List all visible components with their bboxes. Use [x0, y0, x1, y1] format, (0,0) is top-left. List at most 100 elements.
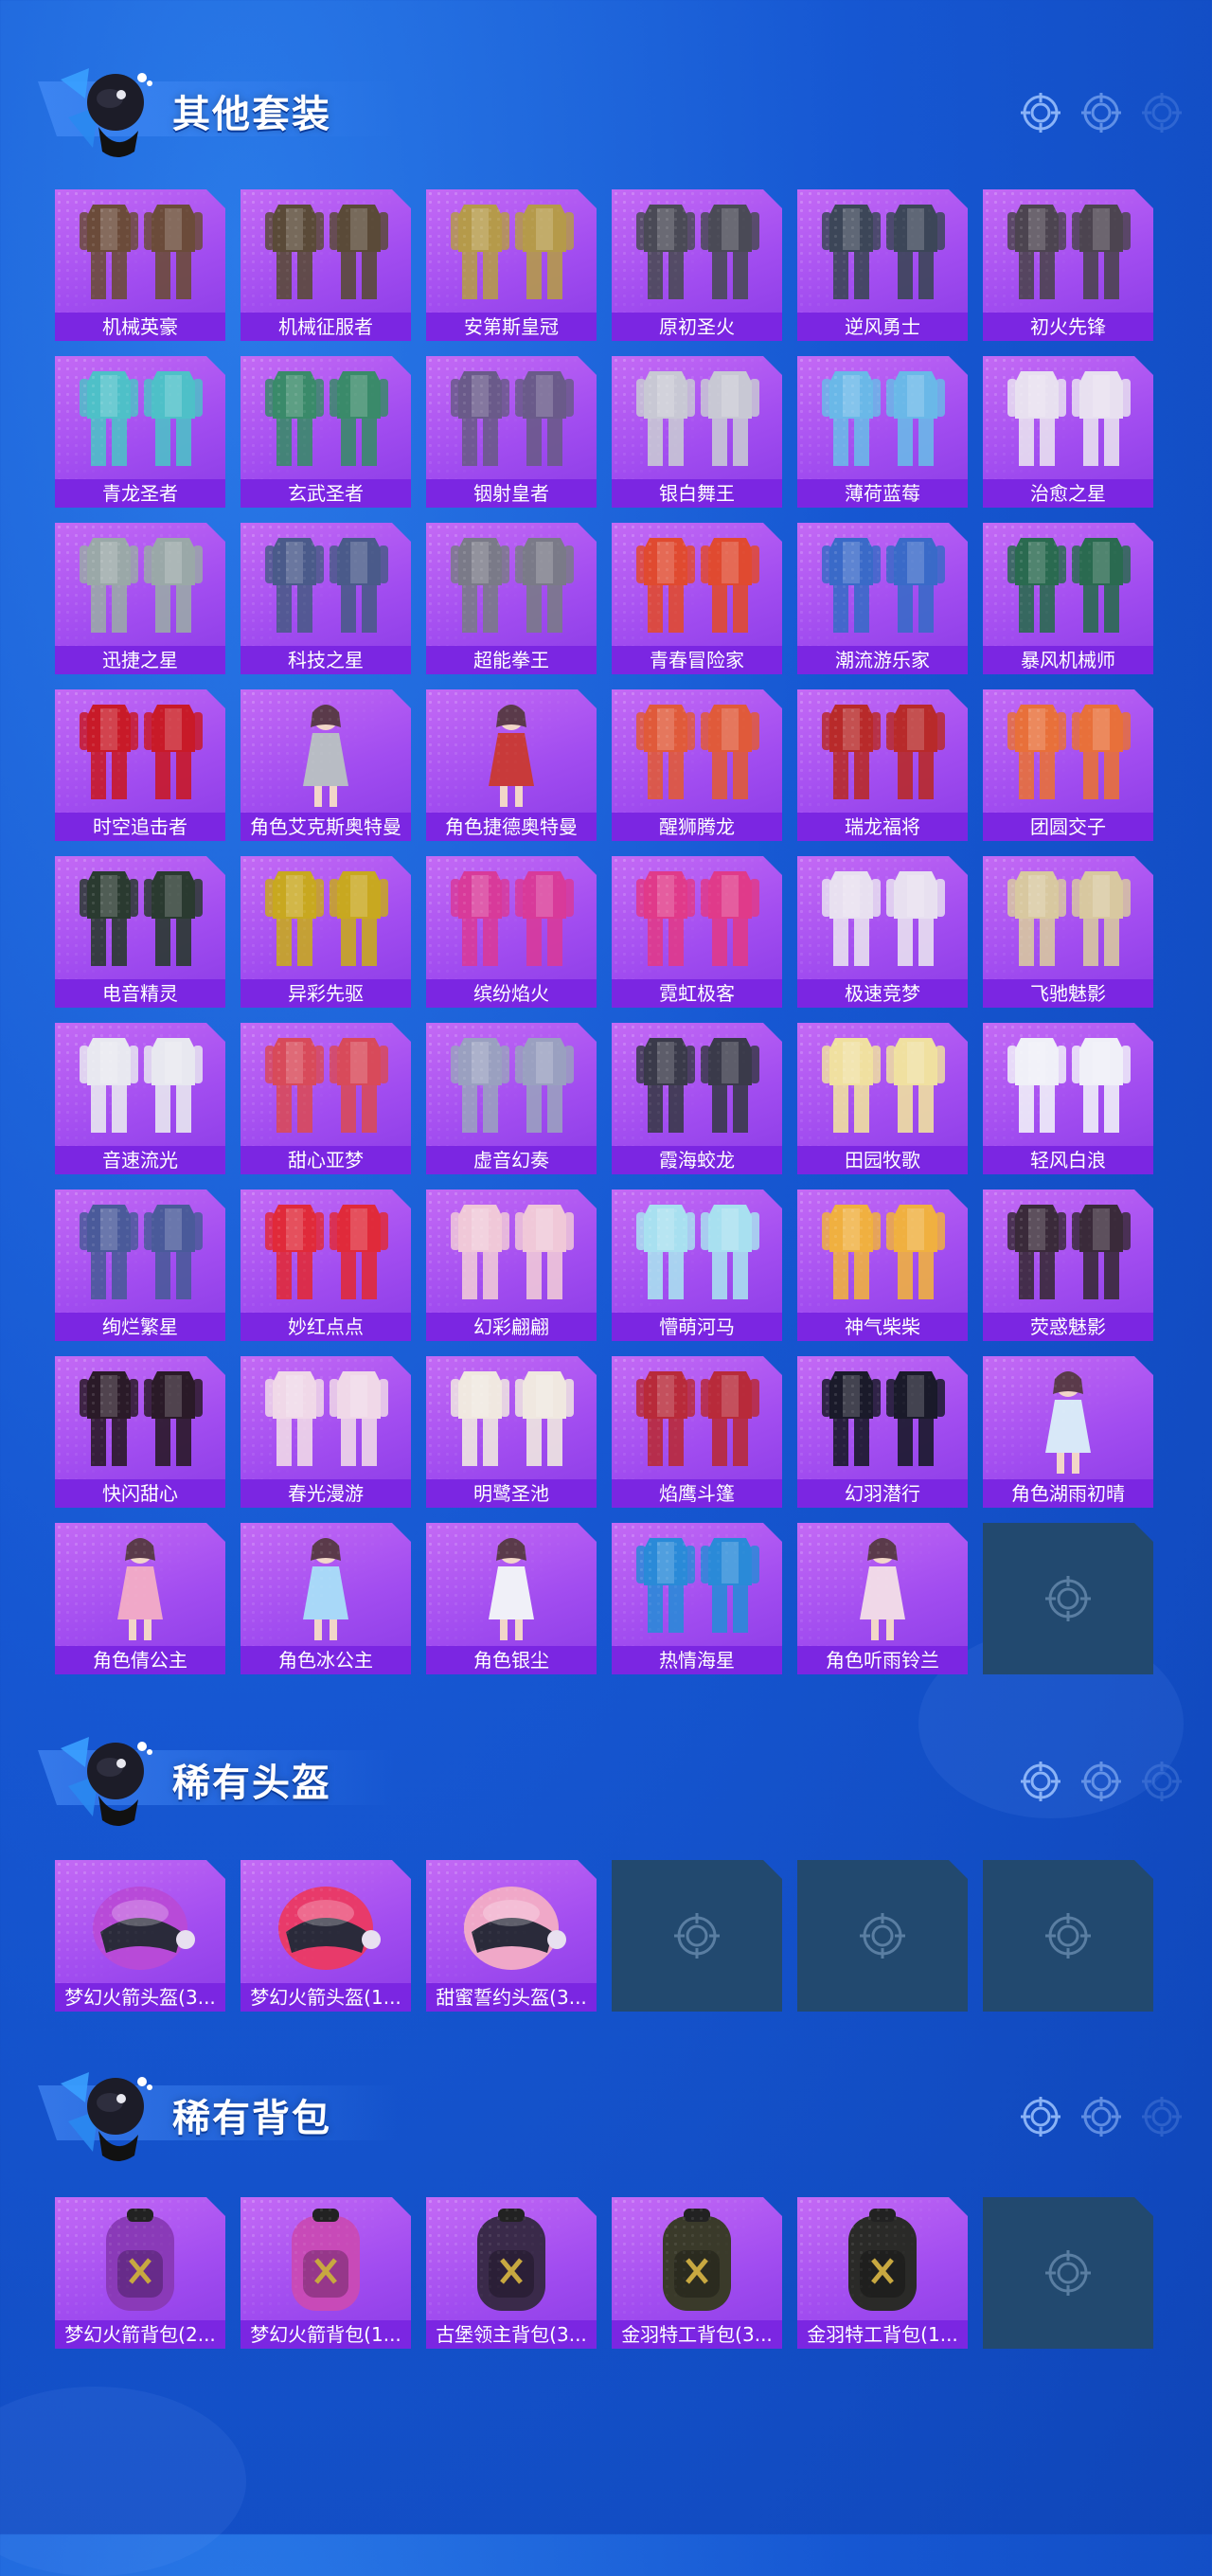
item-card[interactable]: 明鹭圣池: [426, 1356, 597, 1508]
item-label: 梦幻火箭头盔(3...: [55, 1983, 225, 2012]
item-card[interactable]: 角色艾克斯奥特曼: [241, 689, 411, 841]
item-card[interactable]: 薄荷蓝莓: [797, 356, 968, 508]
item-card[interactable]: 幻彩翩翩: [426, 1190, 597, 1341]
item-card[interactable]: 霓虹极客: [612, 856, 782, 1008]
section-rare-helmets: 稀有头盔 梦幻火箭头盔(3... 梦幻火箭头盔(1... 甜蜜誓约头盔(3...: [0, 1724, 1212, 2012]
item-card[interactable]: 超能拳王: [426, 523, 597, 674]
item-card[interactable]: 时空追击者: [55, 689, 225, 841]
outfit-icon: [636, 1371, 759, 1466]
item-card[interactable]: 潮流游乐家: [797, 523, 968, 674]
item-card[interactable]: 虚音幻奏: [426, 1023, 597, 1174]
item-card[interactable]: 青龙圣者: [55, 356, 225, 508]
item-card[interactable]: 治愈之星: [983, 356, 1153, 508]
item-card[interactable]: 团圆交子: [983, 689, 1153, 841]
item-label: 轻风白浪: [983, 1146, 1153, 1174]
item-card[interactable]: 科技之星: [241, 523, 411, 674]
item-card[interactable]: 银白舞王: [612, 356, 782, 508]
item-card[interactable]: 原初圣火: [612, 189, 782, 341]
item-label: 电音精灵: [55, 979, 225, 1008]
item-label: 异彩先驱: [241, 979, 411, 1008]
crosshair-icon: [860, 1913, 905, 1959]
item-card[interactable]: 机械征服者: [241, 189, 411, 341]
item-card[interactable]: 古堡领主背包(3...: [426, 2197, 597, 2349]
item-card[interactable]: 角色捷德奥特曼: [426, 689, 597, 841]
backpack-icon: [663, 2209, 731, 2311]
mascot-icon: [61, 1737, 152, 1826]
item-card[interactable]: 极速竞梦: [797, 856, 968, 1008]
item-card[interactable]: 荧惑魅影: [983, 1190, 1153, 1341]
item-card[interactable]: 飞驰魅影: [983, 856, 1153, 1008]
item-card[interactable]: 甜心亚梦: [241, 1023, 411, 1174]
item-card[interactable]: 梦幻火箭头盔(3...: [55, 1860, 225, 2012]
item-card[interactable]: 角色倩公主: [55, 1523, 225, 1674]
item-card[interactable]: 快闪甜心: [55, 1356, 225, 1508]
item-label: 超能拳王: [426, 646, 597, 674]
outfit-icon: [80, 538, 203, 633]
item-card[interactable]: 春光漫游: [241, 1356, 411, 1508]
outfit-icon: [451, 871, 574, 966]
item-card[interactable]: 幻羽潜行: [797, 1356, 968, 1508]
item-card[interactable]: 妙红点点: [241, 1190, 411, 1341]
item-card[interactable]: 甜蜜誓约头盔(3...: [426, 1860, 597, 2012]
item-card[interactable]: 田园牧歌: [797, 1023, 968, 1174]
item-card[interactable]: 安第斯皇冠: [426, 189, 597, 341]
item-card[interactable]: 金羽特工背包(1...: [797, 2197, 968, 2349]
item-label: 绚烂繁星: [55, 1313, 225, 1341]
item-card[interactable]: 角色听雨铃兰: [797, 1523, 968, 1674]
item-card[interactable]: 神气柴柴: [797, 1190, 968, 1341]
item-card[interactable]: 迅捷之星: [55, 523, 225, 674]
outfit-icon: [636, 371, 759, 466]
item-card[interactable]: 初火先锋: [983, 189, 1153, 341]
item-card[interactable]: 绚烂繁星: [55, 1190, 225, 1341]
section-header: 其他套装: [0, 55, 1212, 159]
item-card[interactable]: 暴风机械师: [983, 523, 1153, 674]
item-card[interactable]: 音速流光: [55, 1023, 225, 1174]
outfit-icon: [636, 538, 759, 633]
item-label: 逆风勇士: [797, 313, 968, 341]
outfit-icon: [822, 871, 945, 966]
item-card[interactable]: 角色湖雨初晴: [983, 1356, 1153, 1508]
item-card[interactable]: 金羽特工背包(3...: [612, 2197, 782, 2349]
item-card[interactable]: 瑞龙福将: [797, 689, 968, 841]
item-card[interactable]: 缤纷焰火: [426, 856, 597, 1008]
item-card[interactable]: 逆风勇士: [797, 189, 968, 341]
item-card[interactable]: 角色银尘: [426, 1523, 597, 1674]
item-card[interactable]: 角色冰公主: [241, 1523, 411, 1674]
item-label: 暴风机械师: [983, 646, 1153, 674]
item-label: 梦幻火箭头盔(1...: [241, 1983, 411, 2012]
character-icon: [489, 705, 534, 807]
empty-slot: [797, 1860, 968, 2012]
item-label: 角色冰公主: [241, 1646, 411, 1674]
item-label: 缤纷焰火: [426, 979, 597, 1008]
empty-slot: [612, 1860, 782, 2012]
item-card[interactable]: 机械英豪: [55, 189, 225, 341]
item-card[interactable]: 铟射皇者: [426, 356, 597, 508]
item-label: 铟射皇者: [426, 479, 597, 508]
outfit-icon: [265, 371, 388, 466]
item-card[interactable]: 梦幻火箭背包(1...: [241, 2197, 411, 2349]
item-card[interactable]: 焰鹰斗篷: [612, 1356, 782, 1508]
item-card[interactable]: 热情海星: [612, 1523, 782, 1674]
item-card[interactable]: 懵萌河马: [612, 1190, 782, 1341]
item-card[interactable]: 霞海蛟龙: [612, 1023, 782, 1174]
item-label: 极速竞梦: [797, 979, 968, 1008]
item-card[interactable]: 青春冒险家: [612, 523, 782, 674]
item-card[interactable]: 梦幻火箭头盔(1...: [241, 1860, 411, 2012]
item-card[interactable]: 轻风白浪: [983, 1023, 1153, 1174]
mascot-icon: [61, 68, 152, 157]
helmet-icon: [278, 1887, 381, 1970]
item-label: 甜蜜誓约头盔(3...: [426, 1983, 597, 2012]
character-icon: [303, 1538, 348, 1640]
item-card[interactable]: 玄武圣者: [241, 356, 411, 508]
item-card[interactable]: 电音精灵: [55, 856, 225, 1008]
backpack-icon: [106, 2209, 174, 2311]
outfit-icon: [80, 205, 203, 299]
helmet-icon: [93, 1887, 195, 1970]
item-label: 懵萌河马: [612, 1313, 782, 1341]
item-card[interactable]: 异彩先驱: [241, 856, 411, 1008]
character-icon: [1045, 1371, 1091, 1474]
outfit-icon: [822, 705, 945, 799]
character-icon: [489, 1538, 534, 1640]
item-card[interactable]: 醒狮腾龙: [612, 689, 782, 841]
item-card[interactable]: 梦幻火箭背包(2...: [55, 2197, 225, 2349]
